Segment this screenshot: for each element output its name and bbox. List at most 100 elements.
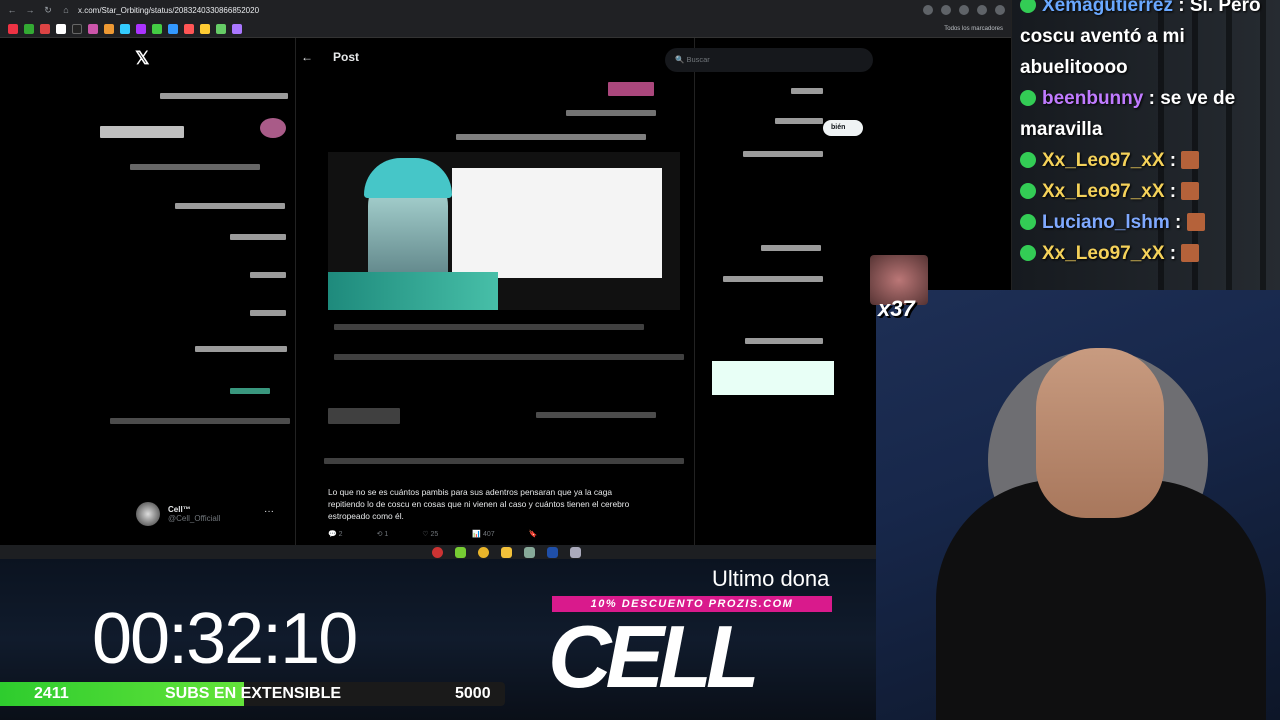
bookmark-icon[interactable]: [184, 23, 194, 34]
app-icon[interactable]: [569, 546, 581, 558]
account-name: Cell™: [168, 505, 191, 514]
bookmark-icon[interactable]: [24, 23, 34, 34]
taskbar: [0, 545, 1012, 559]
extension-icon[interactable]: [977, 5, 987, 15]
extension-icons: [923, 5, 1005, 15]
avatar: [136, 502, 160, 526]
blurred-item: [230, 388, 270, 394]
subathon-timer: 00:32:10: [92, 599, 358, 679]
chat-separator: :: [1143, 88, 1161, 109]
photoshop-icon[interactable]: [546, 546, 558, 558]
forward-icon[interactable]: →: [24, 4, 36, 16]
blurred-item: [328, 408, 400, 424]
bookmark-icon[interactable]: [88, 23, 98, 34]
back-icon[interactable]: ←: [6, 4, 18, 16]
bookmark-icon[interactable]: [56, 23, 66, 34]
blurred-item: [723, 276, 823, 282]
subs-current: 2411: [34, 685, 69, 702]
follow-button[interactable]: bién: [823, 120, 863, 136]
reload-icon[interactable]: ↻: [42, 4, 54, 16]
bookmark-icon[interactable]: [216, 23, 226, 34]
blurred-item: [608, 82, 654, 96]
search-input[interactable]: 🔍 Buscar: [665, 48, 873, 72]
reply-button[interactable]: 💬 2: [328, 530, 343, 538]
app-icon[interactable]: [523, 546, 535, 558]
chat-username[interactable]: Xx_Leo97_xX: [1042, 243, 1165, 264]
bookmark-icon[interactable]: [152, 23, 162, 34]
chat-badge-icon: [1020, 245, 1036, 261]
chat-emote-icon: [1181, 244, 1200, 262]
chat-emote-icon: [1181, 151, 1200, 169]
video-teal-band: [328, 272, 498, 310]
bookmark-button[interactable]: 🔖: [529, 530, 538, 538]
blurred-item: [195, 346, 287, 352]
blurred-avatar: [260, 118, 286, 138]
video-screen: [452, 168, 662, 278]
post-actions: 💬 2 ⟲ 1 ♡ 25 📊 407 🔖: [328, 530, 537, 538]
bookmark-icon[interactable]: [104, 23, 114, 34]
chat-username[interactable]: Luciano_lshm: [1042, 212, 1170, 233]
all-bookmarks-label[interactable]: Todos los marcadores: [944, 26, 1003, 32]
profile-icon[interactable]: [995, 5, 1005, 15]
url-field[interactable]: x.com/Star_Orbiting/status/2083240330866…: [78, 6, 917, 15]
chat-badge-icon: [1020, 90, 1036, 106]
chat-username[interactable]: beenbunny: [1042, 88, 1143, 109]
repost-button[interactable]: ⟲ 1: [377, 530, 389, 538]
subs-label: SUBS EN EXTENSIBLE: [165, 685, 342, 702]
browser-window: ← → ↻ ⌂ x.com/Star_Orbiting/status/20832…: [0, 0, 1012, 545]
bookmark-icon[interactable]: [200, 23, 210, 34]
blurred-item: [334, 354, 684, 360]
x-logo-icon[interactable]: 𝕏: [135, 48, 150, 69]
star-icon[interactable]: [959, 5, 969, 15]
emote-combo-count: x37: [878, 296, 915, 321]
back-arrow-icon[interactable]: ←: [301, 50, 313, 64]
bookmark-icon[interactable]: [72, 23, 82, 34]
chat-username[interactable]: Xx_Leo97_xX: [1042, 181, 1165, 202]
share-icon[interactable]: [941, 5, 951, 15]
bookmark-icon[interactable]: [40, 23, 50, 34]
folder-icon[interactable]: [500, 546, 512, 558]
chat-message: Xx_Leo97_xX :: [1012, 238, 1280, 269]
chat-username[interactable]: Xemagutierrez: [1042, 0, 1173, 16]
views-button[interactable]: 📊 407: [472, 530, 494, 538]
home-icon[interactable]: ⌂: [60, 4, 72, 16]
blurred-item: [324, 458, 684, 464]
repost-count: 1: [384, 531, 389, 538]
x-page: 𝕏 Cell™ @Cell_Officiall ··· ← Post Lo qu…: [0, 38, 1012, 545]
chat-badge-icon: [1020, 214, 1036, 230]
blurred-item: [334, 324, 644, 330]
chat-badge-icon: [1020, 152, 1036, 168]
account-handle: @Cell_Officiall: [168, 514, 221, 523]
stream-chat: Xemagutierrez : Sí. Pero coscu aventó a …: [1012, 0, 1280, 290]
like-count: 25: [430, 531, 439, 538]
blurred-item: [100, 126, 184, 138]
bookmarks-bar: Todos los marcadores: [0, 20, 1011, 38]
chat-message: Xx_Leo97_xX :: [1012, 176, 1280, 207]
zoom-icon[interactable]: [923, 5, 933, 15]
blurred-item: [160, 93, 288, 99]
blurred-item: [536, 412, 656, 418]
chat-badge-icon: [1020, 183, 1036, 199]
bookmark-icon[interactable]: [232, 23, 242, 34]
app-icon[interactable]: [454, 546, 466, 558]
app-icon[interactable]: [431, 546, 443, 558]
chat-list: Xemagutierrez : Sí. Pero coscu aventó a …: [1012, 0, 1280, 269]
blurred-item: [130, 164, 260, 170]
account-switcher[interactable]: Cell™ @Cell_Officiall: [136, 502, 220, 526]
chat-separator: :: [1169, 212, 1187, 233]
bookmark-icon[interactable]: [8, 23, 18, 34]
chat-message: Luciano_lshm :: [1012, 207, 1280, 238]
address-bar-row: ← → ↻ ⌂ x.com/Star_Orbiting/status/20832…: [0, 0, 1011, 20]
chat-username[interactable]: Xx_Leo97_xX: [1042, 150, 1165, 171]
blurred-item: [250, 310, 286, 316]
chrome-icon[interactable]: [477, 546, 489, 558]
like-button[interactable]: ♡ 25: [422, 530, 438, 538]
bookmark-icon[interactable]: [168, 23, 178, 34]
bookmark-icon[interactable]: [136, 23, 146, 34]
streamer-head: [1036, 348, 1164, 518]
more-icon[interactable]: ···: [264, 506, 274, 517]
post-media[interactable]: [328, 152, 680, 310]
bookmark-icon[interactable]: [120, 23, 130, 34]
chat-badge-icon: [1020, 0, 1036, 13]
right-sidebar: 🔍 Buscar bién: [665, 38, 875, 545]
